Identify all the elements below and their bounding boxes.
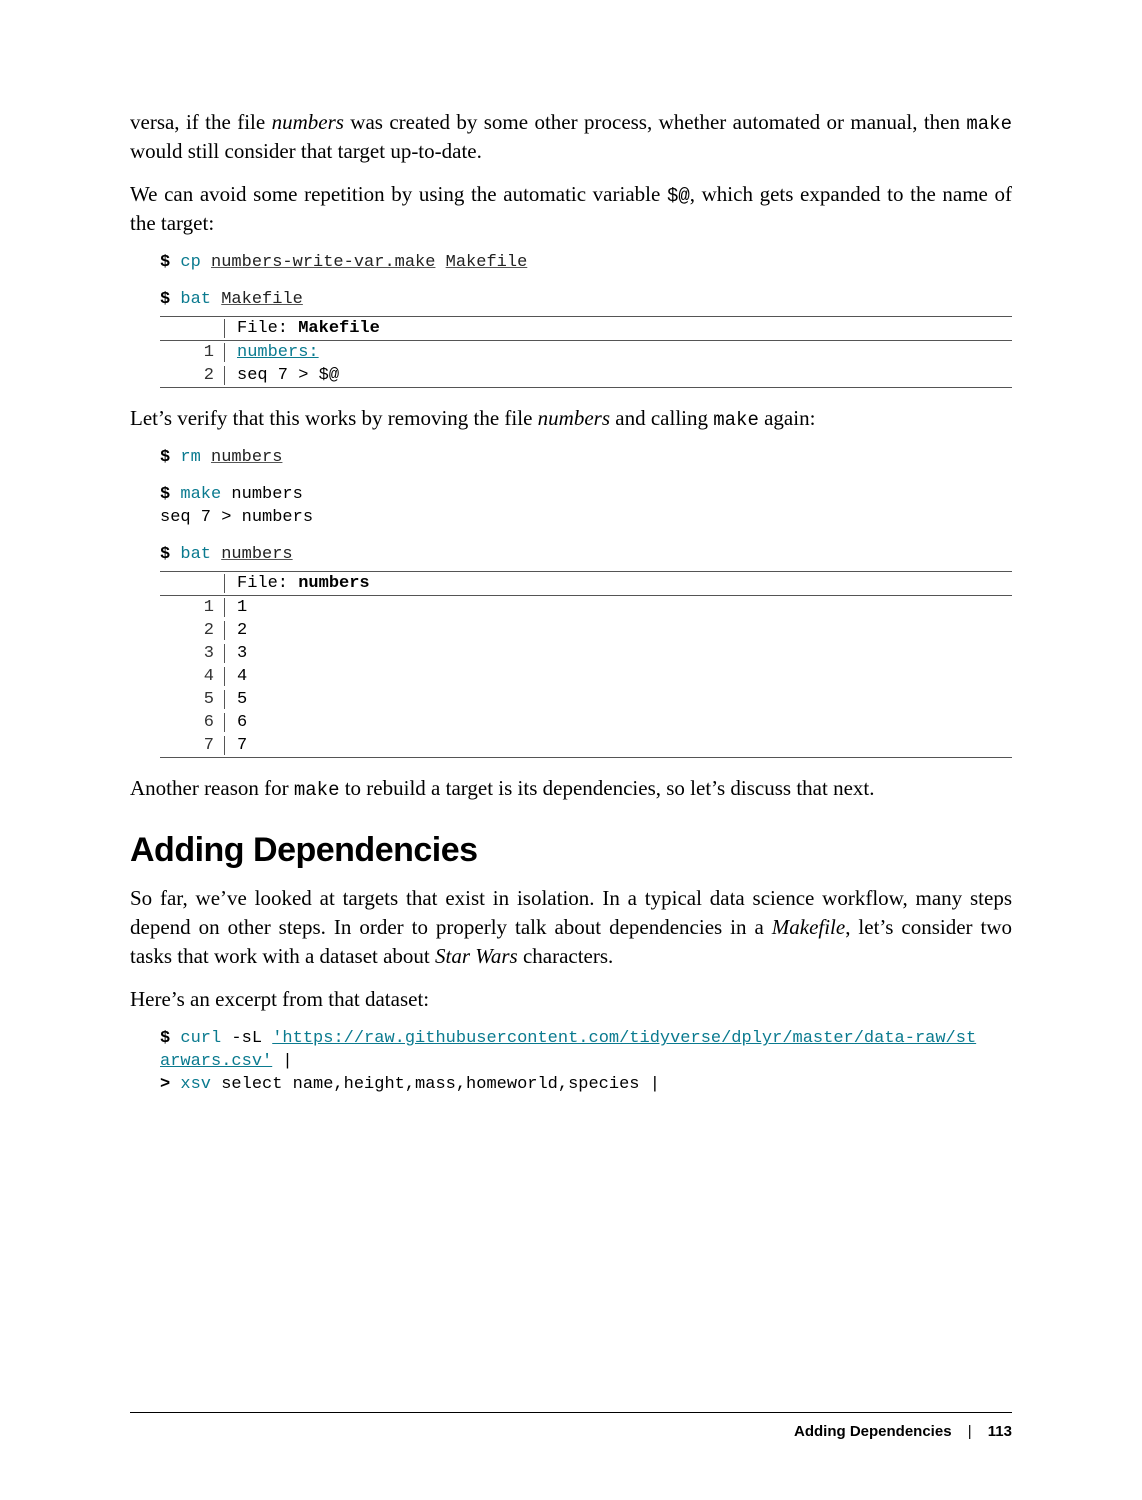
bat-row: 22: [160, 619, 1012, 642]
prompt-icon: $: [160, 545, 180, 564]
code-block-bat-numbers: $ bat numbers: [160, 544, 1012, 567]
page-number: 113: [988, 1423, 1012, 1440]
code-block-cp: $ cp numbers-write-var.make Makefile: [160, 252, 1012, 275]
prompt-icon: $: [160, 448, 180, 467]
prompt-icon: $: [160, 1029, 180, 1048]
code-block-bat-makefile: $ bat Makefile: [160, 289, 1012, 312]
paragraph-1: versa, if the file numbers was created b…: [130, 108, 1012, 166]
bat-row: 77: [160, 734, 1012, 757]
code-inline-auto-var: $@: [667, 185, 690, 207]
footer-section-title: Adding Dependencies: [794, 1423, 952, 1440]
prompt-icon: $: [160, 485, 180, 504]
paragraph-5: So far, we’ve looked at targets that exi…: [130, 884, 1012, 971]
bat-row: 2 seq 7 > $@: [160, 364, 1012, 387]
paragraph-2: We can avoid some repetition by using th…: [130, 180, 1012, 238]
continuation-prompt-icon: >: [160, 1075, 170, 1094]
bat-row: 11: [160, 596, 1012, 619]
prompt-icon: $: [160, 253, 180, 272]
bat-row: 55: [160, 688, 1012, 711]
content: versa, if the file numbers was created b…: [130, 108, 1012, 1231]
prompt-icon: $: [160, 290, 180, 309]
paragraph-4: Another reason for make to rebuild a tar…: [130, 774, 1012, 803]
code-block-make: $ make numbers seq 7 > numbers: [160, 484, 1012, 530]
section-heading: Adding Dependencies: [130, 831, 1012, 870]
page: versa, if the file numbers was created b…: [0, 0, 1142, 1500]
code-block-curl: $ curl -sL 'https://raw.githubuserconten…: [160, 1028, 1012, 1097]
bat-output-makefile: File: Makefile 1 numbers: 2 seq 7 > $@: [160, 316, 1012, 388]
bat-row: 44: [160, 665, 1012, 688]
bat-row: 66: [160, 711, 1012, 734]
bat-row: 1 numbers:: [160, 341, 1012, 364]
code-block-rm: $ rm numbers: [160, 447, 1012, 470]
footer-separator-icon: |: [956, 1423, 984, 1440]
paragraph-3: Let’s verify that this works by removing…: [130, 404, 1012, 433]
page-footer: Adding Dependencies | 113: [130, 1412, 1012, 1440]
code-inline-make: make: [966, 113, 1012, 135]
paragraph-6: Here’s an excerpt from that dataset:: [130, 985, 1012, 1014]
file-name-italic: numbers: [272, 110, 344, 134]
bat-row: 33: [160, 642, 1012, 665]
bat-output-numbers: File: numbers 11 22 33 44 55 66 77: [160, 571, 1012, 758]
